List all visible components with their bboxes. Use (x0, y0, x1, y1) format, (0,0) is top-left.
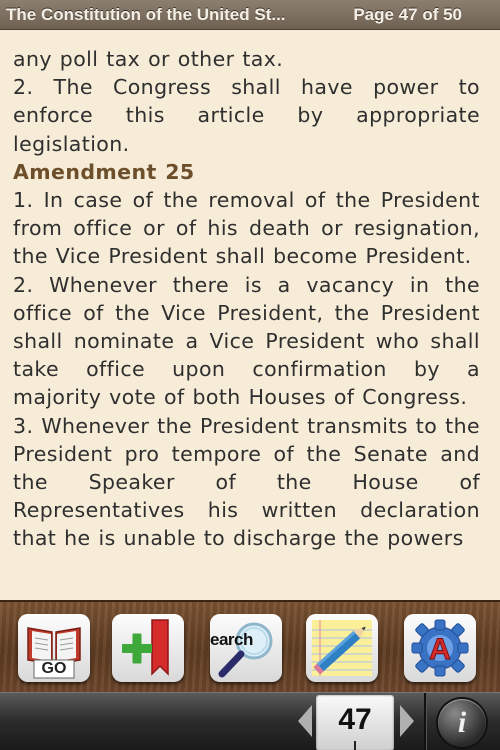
divider (424, 693, 426, 750)
page-slider-tick (354, 741, 356, 750)
paragraph: 2. Whenever there is a vacancy in the of… (13, 272, 480, 410)
notes-pencil-icon (312, 620, 372, 676)
search-label: earch (210, 630, 253, 649)
title-bar: The Constitution of the United St... Pag… (0, 0, 500, 30)
paragraph: 3. Whenever the President transmits to t… (13, 413, 480, 551)
add-bookmark-button[interactable] (112, 614, 184, 682)
paragraph: 2. The Congress shall have power to enfo… (13, 75, 480, 156)
info-button[interactable]: i (438, 699, 486, 747)
previous-page-button[interactable] (292, 701, 316, 741)
current-page-number: 47 (338, 703, 372, 736)
paragraph: 1. In case of the removal of the Preside… (13, 188, 480, 269)
amendment-heading: Amendment 25 (13, 159, 195, 184)
notes-button[interactable] (306, 614, 378, 682)
chevron-right-icon (400, 705, 414, 737)
chevron-left-icon (298, 705, 312, 737)
next-page-button[interactable] (396, 701, 420, 741)
go-button[interactable]: GO (18, 614, 90, 682)
page-text: any poll tax or other tax. 2. The Congre… (13, 45, 480, 553)
page-number-box[interactable]: 47 (316, 695, 394, 750)
go-label: GO (41, 660, 67, 677)
paragraph: any poll tax or other tax. (13, 47, 284, 71)
settings-button[interactable]: A (404, 614, 476, 682)
settings-gear-icon: A (411, 619, 469, 677)
svg-text:A: A (429, 633, 451, 666)
add-bookmark-icon (122, 619, 169, 676)
reading-pane[interactable]: any poll tax or other tax. 2. The Congre… (0, 30, 500, 600)
search-button[interactable]: earch (210, 614, 282, 682)
bottom-bar: 47 i (0, 692, 500, 750)
book-title: The Constitution of the United St... (6, 5, 286, 24)
toolbar: GO earch A (0, 600, 500, 692)
page-indicator: Page 47 of 50 (353, 5, 462, 24)
